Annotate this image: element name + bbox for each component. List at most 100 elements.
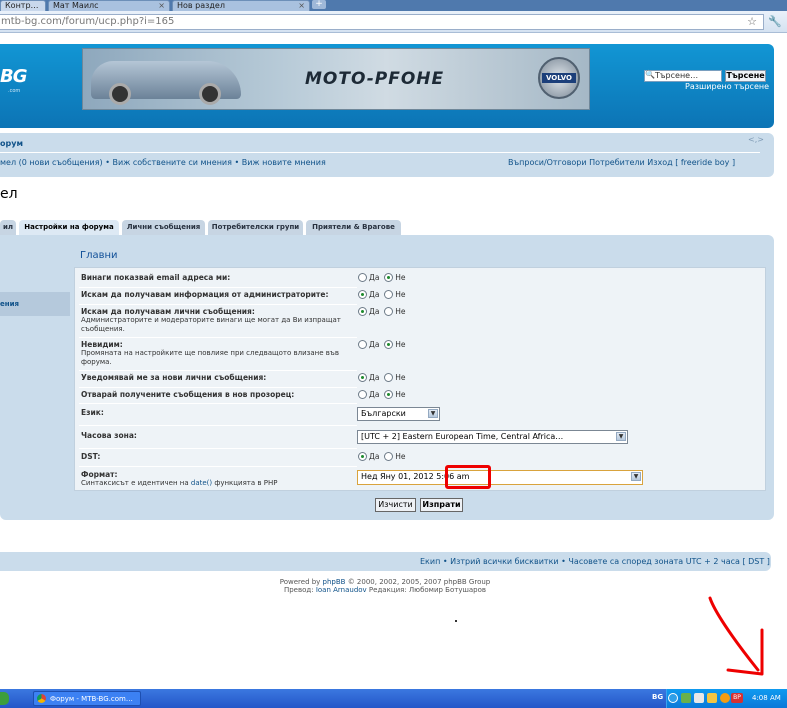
skype-icon[interactable] — [668, 693, 678, 703]
radio-yes[interactable] — [358, 373, 367, 382]
radio-no[interactable] — [384, 307, 394, 316]
advanced-search-link[interactable]: Разширено търсене — [685, 82, 769, 91]
radio-no[interactable] — [384, 390, 394, 399]
network-icon[interactable] — [681, 693, 691, 703]
option-label: Искам да получавам информация от админис… — [81, 290, 329, 299]
language-indicator[interactable]: BG — [652, 693, 663, 701]
option-radio-group: Да Не — [358, 290, 406, 299]
search-icon: 🔍 — [645, 70, 655, 79]
tab-board-prefs[interactable]: Настройки на форума — [19, 220, 119, 235]
format-explain: Синтаксисът е идентичен на date() функци… — [81, 479, 277, 488]
option-label: Отварай получените съобщения в нов прозо… — [81, 390, 295, 399]
option-label: Невидим: — [81, 340, 123, 349]
browser-tab-label: Контр… — [5, 1, 39, 10]
radio-no[interactable] — [384, 290, 394, 299]
divider — [79, 403, 357, 404]
close-icon[interactable]: × — [298, 1, 305, 11]
taskbar-window-button[interactable]: Форум - MTB-BG.com… — [33, 691, 141, 706]
radio-no[interactable] — [384, 373, 394, 382]
translation-line: Превод: Ioan Arnaudov Редакция: Любомир … — [0, 586, 770, 594]
update-icon[interactable] — [720, 693, 730, 703]
sidebar-item-active[interactable]: ения — [0, 292, 70, 316]
site-logo[interactable]: BG — [0, 66, 27, 87]
browser-tab-label: Нов раздел — [177, 1, 225, 10]
speaker-icon[interactable] — [694, 693, 704, 703]
radio-yes[interactable] — [358, 340, 367, 349]
start-button[interactable] — [0, 692, 9, 705]
radio-yes[interactable] — [358, 290, 367, 299]
search-input[interactable]: Търсене… — [644, 70, 722, 82]
divider — [79, 466, 357, 467]
wheel-shape — [199, 83, 221, 105]
nav-left-links[interactable]: мел (0 нови съобщения) • Виж собствените… — [0, 158, 326, 167]
radio-yes[interactable] — [358, 273, 367, 282]
timezone-value: [UTC + 2] Eastern European Time, Central… — [361, 432, 564, 441]
wrench-icon[interactable]: 🔧 — [767, 15, 783, 29]
star-icon[interactable]: ☆ — [747, 15, 757, 29]
banner-text: MOTO-PFOHE — [305, 69, 445, 89]
tab-friends-foes[interactable]: Приятели & Врагове — [306, 220, 401, 235]
forum-header: BG .com MOTO-PFOHE VOLVO Търсене… 🔍 Търс… — [0, 44, 774, 128]
language-select[interactable]: Български ▼ — [357, 407, 440, 421]
radio-yes[interactable] — [358, 307, 367, 316]
radio-yes[interactable] — [358, 452, 367, 461]
radio-yes[interactable] — [358, 390, 367, 399]
breadcrumb-forum[interactable]: орум — [0, 139, 23, 148]
php-date-link[interactable]: date() — [191, 479, 212, 487]
radio-no[interactable] — [384, 340, 394, 349]
volvo-badge: VOLVO — [542, 73, 576, 83]
option-radio-group: Да Не — [358, 340, 406, 349]
option-radio-group: Да Не — [358, 373, 406, 382]
browser-tab[interactable]: Нов раздел × — [172, 0, 310, 11]
divider — [79, 370, 357, 371]
chevron-down-icon[interactable]: ▼ — [631, 472, 641, 481]
radio-no[interactable] — [384, 452, 394, 461]
close-icon[interactable]: × — [158, 1, 165, 11]
footer-links[interactable]: Екип • Изтрий всички бисквитки • Часовет… — [420, 557, 770, 566]
powered-by-line: Powered by phpBB © 2000, 2002, 2005, 200… — [0, 578, 770, 586]
format-select[interactable]: Нед Яну 01, 2012 5:06 am ▼ — [357, 470, 643, 485]
clock[interactable]: 4:08 AM — [752, 694, 781, 702]
footer-bar: Екип • Изтрий всички бисквитки • Часовет… — [0, 552, 771, 571]
tab-usergroups[interactable]: Потребителски групи — [208, 220, 303, 235]
submit-button[interactable]: Изпрати — [420, 498, 463, 512]
new-tab-button[interactable]: + — [312, 0, 326, 9]
radio-label: Не — [395, 273, 406, 282]
search-button[interactable]: Търсене — [725, 70, 766, 82]
format-label: Формат: — [81, 470, 118, 479]
address-bar[interactable]: mtb-bg.com/forum/ucp.php?i=165 ☆ — [0, 14, 764, 30]
ad-banner[interactable]: MOTO-PFOHE VOLVO — [82, 48, 590, 110]
radio-label: Да — [369, 340, 380, 349]
tab-profile[interactable]: ил — [0, 220, 16, 235]
divider — [79, 304, 357, 305]
radio-no[interactable] — [384, 273, 394, 282]
radio-label: Не — [395, 307, 406, 316]
timezone-select[interactable]: [UTC + 2] Eastern European Time, Central… — [357, 430, 628, 444]
chevron-down-icon[interactable]: ▼ — [616, 432, 626, 441]
copyright-text: © 2000, 2002, 2005, 2007 phpBB Group — [345, 578, 491, 586]
chevron-down-icon[interactable]: ▼ — [428, 409, 438, 418]
browser-tab[interactable]: Мат Маилс × — [48, 0, 170, 11]
bp-icon[interactable]: BP — [731, 693, 743, 703]
volvo-logo: VOLVO — [538, 57, 580, 99]
annotation-arrow-icon — [708, 596, 764, 676]
url-path: /forum/ucp.php?i=165 — [61, 16, 175, 27]
section-heading: Главни — [80, 250, 118, 261]
divider — [79, 448, 357, 449]
option-label: Уведомявай ме за нови лични съобщения: — [81, 373, 267, 382]
radio-label: Да — [369, 307, 380, 316]
collapse-icon[interactable]: <,> — [748, 135, 764, 144]
reset-button[interactable]: Изчисти — [375, 498, 416, 512]
browser-tab-active[interactable]: Контр… — [0, 0, 46, 11]
nav-right-links[interactable]: Въпроси/Отговори Потребители Изход [ fre… — [508, 158, 735, 167]
radio-label: Да — [369, 290, 380, 299]
browser-tab-label: Мат Маилс — [53, 1, 99, 10]
translator-link[interactable]: Ioan Arnaudov — [316, 586, 367, 594]
phpbb-link[interactable]: phpBB — [323, 578, 346, 586]
divider — [0, 152, 760, 153]
radio-label: Не — [395, 390, 406, 399]
folder-icon[interactable] — [707, 693, 717, 703]
option-label: Искам да получавам лични съобщения: — [81, 307, 255, 316]
tab-private-messages[interactable]: Лични съобщения — [122, 220, 205, 235]
taskbar-window-label: Форум - MTB-BG.com… — [50, 695, 133, 703]
